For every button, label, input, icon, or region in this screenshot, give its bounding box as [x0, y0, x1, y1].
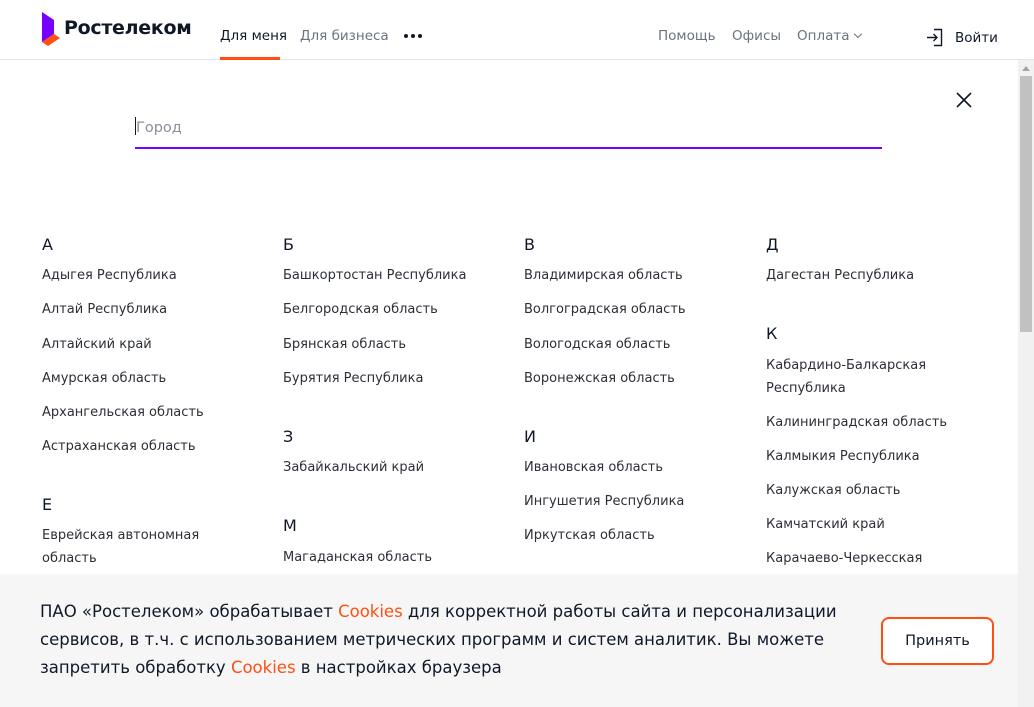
- region-link[interactable]: Адыгея Республика: [42, 264, 177, 287]
- region-link[interactable]: Забайкальский край: [283, 456, 424, 479]
- region-link[interactable]: Карачаево-Черкесская: [766, 547, 922, 570]
- close-icon: [956, 92, 972, 108]
- active-tab-underline: [220, 57, 280, 60]
- scrollbar[interactable]: [1018, 60, 1034, 707]
- letter-heading-k: К: [766, 324, 778, 343]
- letter-heading-a: А: [42, 235, 53, 254]
- region-link[interactable]: Бурятия Республика: [283, 367, 423, 390]
- region-link[interactable]: Дагестан Республика: [766, 264, 914, 287]
- letter-heading-m: М: [283, 516, 297, 535]
- region-link-continuation[interactable]: область: [42, 547, 97, 570]
- nav-for-me[interactable]: Для меня: [220, 28, 287, 44]
- cookie-text-part: сервисов, в т.ч. с использованием метрич…: [40, 630, 825, 649]
- region-link[interactable]: Белгородская область: [283, 298, 438, 321]
- cookie-text-part: для корректной работы сайта и персонализ…: [402, 602, 837, 621]
- cookie-text: ПАО «Ростелеком» обрабатывает Cookies дл…: [40, 598, 840, 682]
- cookie-text-part: ПАО «Ростелеком» обрабатывает: [40, 602, 339, 621]
- region-link[interactable]: Волгоградская область: [524, 298, 686, 321]
- logo[interactable]: Ростелеком: [40, 10, 192, 46]
- region-link[interactable]: Брянская область: [283, 333, 406, 356]
- nav-help[interactable]: Помощь: [658, 28, 716, 44]
- region-link[interactable]: Камчатский край: [766, 513, 885, 536]
- scroll-up-arrow-icon[interactable]: [1022, 66, 1030, 71]
- logo-text: Ростелеком: [64, 17, 192, 39]
- rostelecom-logo-icon: [42, 12, 60, 46]
- region-link[interactable]: Башкортостан Республика: [283, 264, 466, 287]
- letter-heading-e: Е: [42, 495, 53, 514]
- login-icon: [927, 28, 943, 47]
- letter-heading-z: З: [283, 427, 294, 446]
- cookies-link[interactable]: Cookies: [231, 658, 296, 677]
- region-link[interactable]: Иркутская область: [524, 524, 655, 547]
- letter-heading-v: В: [524, 235, 535, 254]
- nav-for-business[interactable]: Для бизнеса: [300, 28, 389, 44]
- region-link[interactable]: Калининградская область: [766, 411, 947, 434]
- region-link[interactable]: Алтайский край: [42, 333, 152, 356]
- login-label: Войти: [955, 29, 998, 46]
- text-caret: [135, 117, 136, 135]
- region-link[interactable]: Воронежская область: [524, 367, 675, 390]
- region-link[interactable]: Вологодская область: [524, 333, 670, 356]
- accept-cookies-button[interactable]: Принять: [881, 617, 994, 665]
- nav-payment-label: Оплата: [797, 28, 850, 44]
- region-link[interactable]: Калужская область: [766, 479, 900, 502]
- region-link[interactable]: Архангельская область: [42, 401, 204, 424]
- city-search-input[interactable]: [135, 110, 882, 146]
- letter-heading-b: Б: [283, 235, 294, 254]
- city-search-field: [135, 110, 882, 149]
- region-link[interactable]: Еврейская автономная: [42, 524, 199, 547]
- cookie-text-part: в настройках браузера: [295, 658, 502, 677]
- cookie-text-part: запретить обработку: [40, 658, 231, 677]
- region-link-continuation[interactable]: Республика: [766, 377, 846, 400]
- region-link[interactable]: Кабардино-Балкарская: [766, 354, 926, 377]
- login-button[interactable]: Войти: [926, 28, 998, 47]
- cookie-banner: ПАО «Ростелеком» обрабатывает Cookies дл…: [0, 574, 1018, 707]
- region-link[interactable]: Алтай Республика: [42, 298, 167, 321]
- cookies-link[interactable]: Cookies: [338, 602, 403, 621]
- more-menu-icon[interactable]: [404, 34, 422, 38]
- nav-payment[interactable]: Оплата: [797, 28, 862, 44]
- region-link[interactable]: Амурская область: [42, 367, 166, 390]
- top-header: Ростелеком Для меня Для бизнеса Помощь О…: [0, 0, 1034, 60]
- region-link[interactable]: Владимирская область: [524, 264, 683, 287]
- close-button[interactable]: [952, 88, 976, 112]
- letter-heading-i: И: [524, 427, 536, 446]
- nav-offices[interactable]: Офисы: [732, 28, 781, 44]
- chevron-down-icon: [853, 29, 862, 39]
- scroll-thumb[interactable]: [1020, 76, 1032, 332]
- region-link[interactable]: Ивановская область: [524, 456, 663, 479]
- region-link[interactable]: Ингушетия Республика: [524, 490, 684, 513]
- region-link[interactable]: Магаданская область: [283, 546, 432, 569]
- region-link[interactable]: Калмыкия Республика: [766, 445, 920, 468]
- region-link[interactable]: Астраханская область: [42, 435, 196, 458]
- letter-heading-d: Д: [766, 235, 779, 254]
